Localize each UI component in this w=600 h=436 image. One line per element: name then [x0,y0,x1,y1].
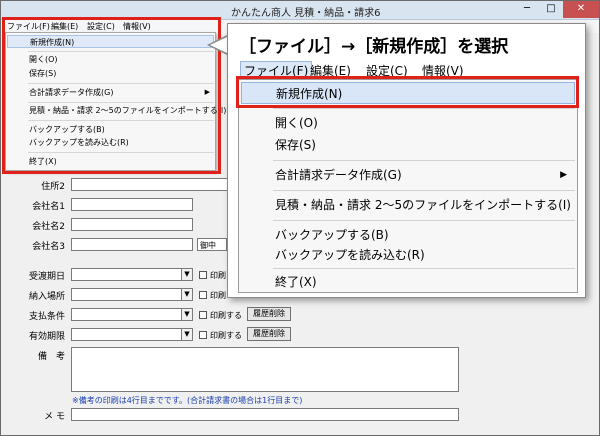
remarks-note: ※備考の印刷は4行目までです。(合計請求書の場合は1行目まで) [72,396,303,405]
honorific-value: 御中 [200,241,216,250]
zoom-menu-item-backup[interactable]: バックアップする(B) [241,224,575,246]
print-checkbox[interactable] [199,291,207,299]
dropdown-arrow-icon[interactable]: ▼ [181,289,192,300]
delivery-date-combo[interactable]: ▼ [71,268,193,281]
print-checkbox[interactable] [199,311,207,319]
callout-pointer-inner [210,37,227,53]
dropdown-arrow-icon[interactable]: ▼ [181,329,192,340]
company2-label: 会社名2 [32,222,65,232]
app-window: かんたん商人 見積・納品・請求6 ─ □ ✕ ファイル(F) 編集(E) 設定(… [0,0,600,436]
print-label: 印刷 [210,271,226,280]
submenu-arrow-icon: ▶ [560,170,567,180]
payment-terms-combo[interactable]: ▼ [71,308,193,321]
company1-label: 会社名1 [32,202,65,212]
delivery-place-combo[interactable]: ▼ [71,288,193,301]
menu-separator [273,160,575,161]
delivery-place-label: 納入場所 [28,292,65,302]
menu-separator [273,190,575,191]
company3-input[interactable] [71,238,193,251]
expiry-label: 有効期限 [28,332,65,342]
company1-input[interactable] [71,198,193,211]
zoom-menu-item-invoice-data-label: 合計請求データ作成(G) [275,168,402,182]
company2-input[interactable] [71,218,193,231]
address2-label: 住所2 [41,182,65,192]
dropdown-arrow-icon[interactable]: ▼ [181,309,192,320]
print-label: 印刷する [210,331,242,340]
remarks-label: 備 考 [37,352,65,362]
history-delete-button[interactable]: 履歴削除 [247,307,291,321]
remarks-textarea[interactable] [71,347,459,392]
honorific-select[interactable]: 御中 [197,238,227,251]
expiry-combo[interactable]: ▼ [71,328,193,341]
zoom-menu-item-open[interactable]: 開く(O) [241,112,575,134]
zoom-menu-item-import[interactable]: 見積・納品・請求 2～5のファイルをインポートする(I) [241,194,575,216]
delivery-date-label: 受渡期日 [28,272,65,282]
print-label: 印刷する [210,311,242,320]
zoom-menu-item-invoice-data[interactable]: 合計請求データ作成(G) ▶ [241,164,575,186]
highlight-frame-zoom [236,76,579,108]
window-title: かんたん商人 見積・納品・請求6 [231,8,381,19]
maximize-icon: □ [546,3,556,14]
highlight-frame [2,17,221,174]
menu-separator [273,268,575,269]
zoom-file-menu: 新規作成(N) 開く(O) 保存(S) 合計請求データ作成(G) ▶ 見積・納品… [238,79,578,293]
minimize-icon: ─ [523,3,531,14]
memo-label: メ モ [44,412,65,422]
menu-separator [273,220,575,221]
print-checkbox[interactable] [199,271,207,279]
maximize-button[interactable]: □ [539,1,563,18]
minimize-button[interactable]: ─ [515,1,539,18]
print-label: 印刷 [210,291,226,300]
zoom-menu-item-save[interactable]: 保存(S) [241,134,575,156]
close-icon: ✕ [576,3,586,14]
dropdown-arrow-icon[interactable]: ▼ [181,269,192,280]
close-button[interactable]: ✕ [563,1,599,18]
menu-separator [273,108,575,109]
print-checkbox[interactable] [199,331,207,339]
memo-input[interactable] [71,408,459,421]
zoom-menu-item-exit[interactable]: 終了(X) [241,271,575,293]
instruction-heading: ［ファイル］→［新規作成］を選択 [239,37,509,57]
history-delete-button[interactable]: 履歴削除 [247,327,291,341]
company3-label: 会社名3 [32,242,65,252]
payment-terms-label: 支払条件 [28,312,65,322]
zoom-menu-item-restore[interactable]: バックアップを読み込む(R) [241,244,575,266]
zoom-callout-panel: ［ファイル］→［新規作成］を選択 ファイル(F) 編集(E) 設定(C) 情報(… [227,23,586,298]
